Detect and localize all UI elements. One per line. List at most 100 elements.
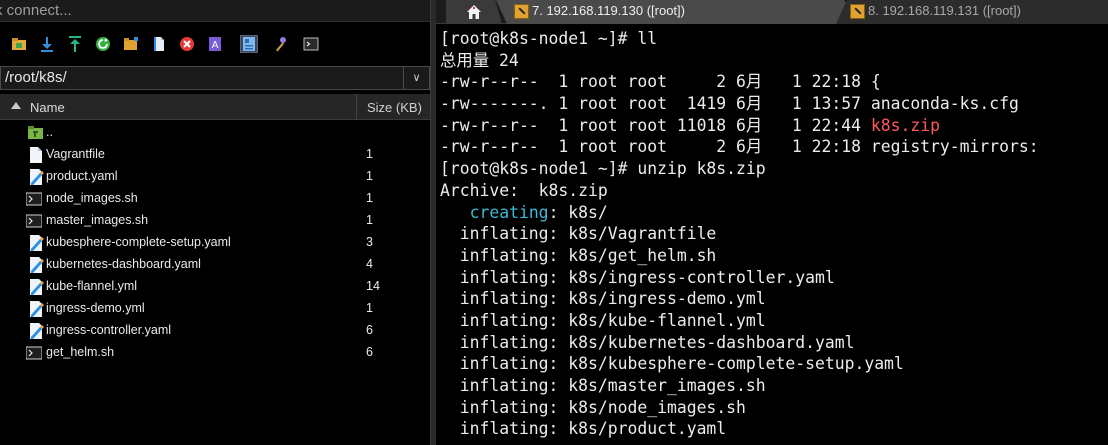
terminal-line: -rw-------. 1 root root 1419 6月 1 13:57 … [440, 93, 1108, 115]
terminal-text: inflating: k8s/product.yaml [440, 419, 727, 439]
file-name: node_images.sh [46, 191, 138, 205]
terminal-line: -rw-r--r-- 1 root root 2 6月 1 22:18 { [440, 71, 1108, 93]
yaml-file-icon [28, 323, 44, 339]
terminal-line: inflating: k8s/kube-flannel.yml [440, 310, 1108, 332]
terminal-text: k8s.zip [870, 115, 940, 135]
new-folder-icon[interactable] [122, 35, 140, 53]
terminal-line: inflating: k8s/ingress-demo.yml [440, 288, 1108, 310]
home-icon [467, 5, 481, 19]
new-file-icon[interactable] [150, 35, 168, 53]
terminal-text: inflating: k8s/kubesphere-complete-setup… [440, 354, 904, 374]
size-column-header[interactable]: Size (KB) [367, 100, 422, 115]
session-tab-label: 8. 192.168.119.131 ([root]) [868, 3, 1021, 18]
file-size: 1 [366, 169, 373, 183]
file-toolbar: A [0, 26, 430, 64]
name-column-header[interactable]: Name [0, 94, 357, 120]
terminal-output[interactable]: [root@k8s-node1 ~]# ll 总用量 24 -rw-r--r-- 1… [440, 28, 1108, 440]
svg-text:A: A [212, 40, 219, 51]
yaml-file-icon [28, 279, 44, 295]
file-name: kubernetes-dashboard.yaml [46, 257, 201, 271]
terminal-text: -rw-r--r-- 1 root root 2 6月 1 22:18 { [440, 72, 881, 92]
terminal-text: -rw-r--r-- 1 root root 2 6月 1 22:18 regi… [440, 137, 1039, 157]
terminal-text: : k8s/ [548, 202, 608, 222]
terminal-line: [root@k8s-node1 ~]# ll [440, 28, 1108, 50]
upload-icon[interactable] [66, 35, 84, 53]
sort-ascending-icon [11, 102, 21, 109]
terminal-text: -rw-r--r-- 1 root root 11018 6月 1 22:44 [440, 115, 871, 135]
file-name: get_helm.sh [46, 345, 115, 359]
terminal-text: -rw-------. 1 root root 1419 6月 1 13:57 … [440, 94, 1019, 114]
session-tab-label: 7. 192.168.119.130 ([root]) [532, 3, 685, 18]
file-row[interactable]: ingress-controller.yaml 6 [0, 320, 430, 342]
terminal-line: inflating: k8s/kubernetes-dashboard.yaml [440, 332, 1108, 354]
path-value: /root/k8s/ [5, 69, 67, 86]
shell-script-icon [26, 213, 42, 229]
quick-connect-bar[interactable]: k connect... [0, 0, 430, 22]
file-row[interactable]: .. [0, 122, 430, 144]
terminal-text: inflating: k8s/master_images.sh [440, 376, 766, 395]
file-browser-pane: k connect... A /root/k8s/ ∨ Name Size (K… [0, 0, 430, 445]
file-row[interactable]: ingress-demo.yml 1 [0, 298, 430, 320]
download-icon[interactable] [38, 35, 56, 53]
session-icon [850, 4, 865, 19]
terminal-text: inflating: k8s/ingress-controller.yaml [440, 267, 835, 287]
file-name: .. [46, 125, 53, 139]
file-row[interactable]: kubesphere-complete-setup.yaml 3 [0, 232, 430, 254]
file-row[interactable]: product.yaml 1 [0, 166, 430, 188]
file-row[interactable]: kube-flannel.yml 14 [0, 276, 430, 298]
terminal-line: creating: k8s/ [440, 202, 1108, 224]
yaml-file-icon [28, 257, 44, 273]
file-size: 3 [366, 235, 373, 249]
session-icon [514, 4, 529, 19]
shell-script-icon [26, 191, 42, 207]
refresh-icon[interactable] [94, 35, 112, 53]
file-size: 1 [366, 147, 373, 161]
session-tab-bar: 7. 192.168.119.130 ([root]) × 8. 192.168… [436, 0, 1108, 24]
terminal-text: [root@k8s-node1 ~]# ll [440, 29, 658, 48]
terminal-icon[interactable] [302, 35, 320, 53]
path-input[interactable]: /root/k8s/ ∨ [0, 66, 430, 90]
delete-icon[interactable] [178, 35, 196, 53]
file-row[interactable]: get_helm.sh 6 [0, 342, 430, 364]
terminal-pane: 7. 192.168.119.130 ([root]) × 8. 192.168… [436, 0, 1108, 445]
text-editor-icon[interactable]: A [206, 35, 224, 53]
settings-icon[interactable] [272, 35, 290, 53]
file-row[interactable]: node_images.sh 1 [0, 188, 430, 210]
terminal-text: creating [469, 202, 549, 222]
shell-script-icon [26, 345, 42, 361]
terminal-line: Archive: k8s.zip [440, 180, 1108, 202]
file-size: 6 [366, 323, 373, 337]
terminal-line: inflating: k8s/node_images.sh [440, 397, 1108, 419]
yaml-file-icon [28, 169, 44, 185]
file-name: ingress-demo.yml [46, 301, 145, 315]
terminal-text: [root@k8s-node1 ~]# unzip k8s.zip [440, 159, 766, 179]
file-name: kubesphere-complete-setup.yaml [46, 235, 231, 249]
file-size: 14 [366, 279, 380, 293]
terminal-line: inflating: k8s/ingress-controller.yaml [440, 267, 1108, 289]
file-list-header: Name Size (KB) [0, 94, 430, 120]
terminal-text: 总用量 24 [440, 50, 519, 70]
terminal-text: Archive: k8s.zip [440, 180, 608, 200]
home-tab[interactable] [446, 0, 502, 24]
chevron-down-icon[interactable]: ∨ [403, 67, 429, 89]
file-name: ingress-controller.yaml [46, 323, 172, 337]
terminal-text: inflating: k8s/ingress-demo.yml [440, 289, 766, 309]
terminal-line: inflating: k8s/product.yaml [440, 418, 1108, 440]
name-column-label: Name [30, 100, 65, 115]
terminal-line: inflating: k8s/Vagrantfile [440, 223, 1108, 245]
session-tab-inactive[interactable]: 8. 192.168.119.131 ([root]) [836, 0, 1108, 24]
terminal-line: inflating: k8s/master_images.sh [440, 375, 1108, 397]
session-tab-active[interactable]: 7. 192.168.119.130 ([root]) × [496, 0, 866, 24]
file-size: 1 [366, 191, 373, 205]
properties-icon[interactable] [240, 35, 258, 53]
home-folder-icon[interactable] [10, 35, 28, 53]
terminal-line: 总用量 24 [440, 50, 1108, 72]
file-row[interactable]: Vagrantfile 1 [0, 144, 430, 166]
file-size: 1 [366, 301, 373, 315]
terminal-line: inflating: k8s/kubesphere-complete-setup… [440, 353, 1108, 375]
file-name: product.yaml [46, 169, 118, 183]
file-size: 6 [366, 345, 373, 359]
file-row[interactable]: master_images.sh 1 [0, 210, 430, 232]
file-row[interactable]: kubernetes-dashboard.yaml 4 [0, 254, 430, 276]
